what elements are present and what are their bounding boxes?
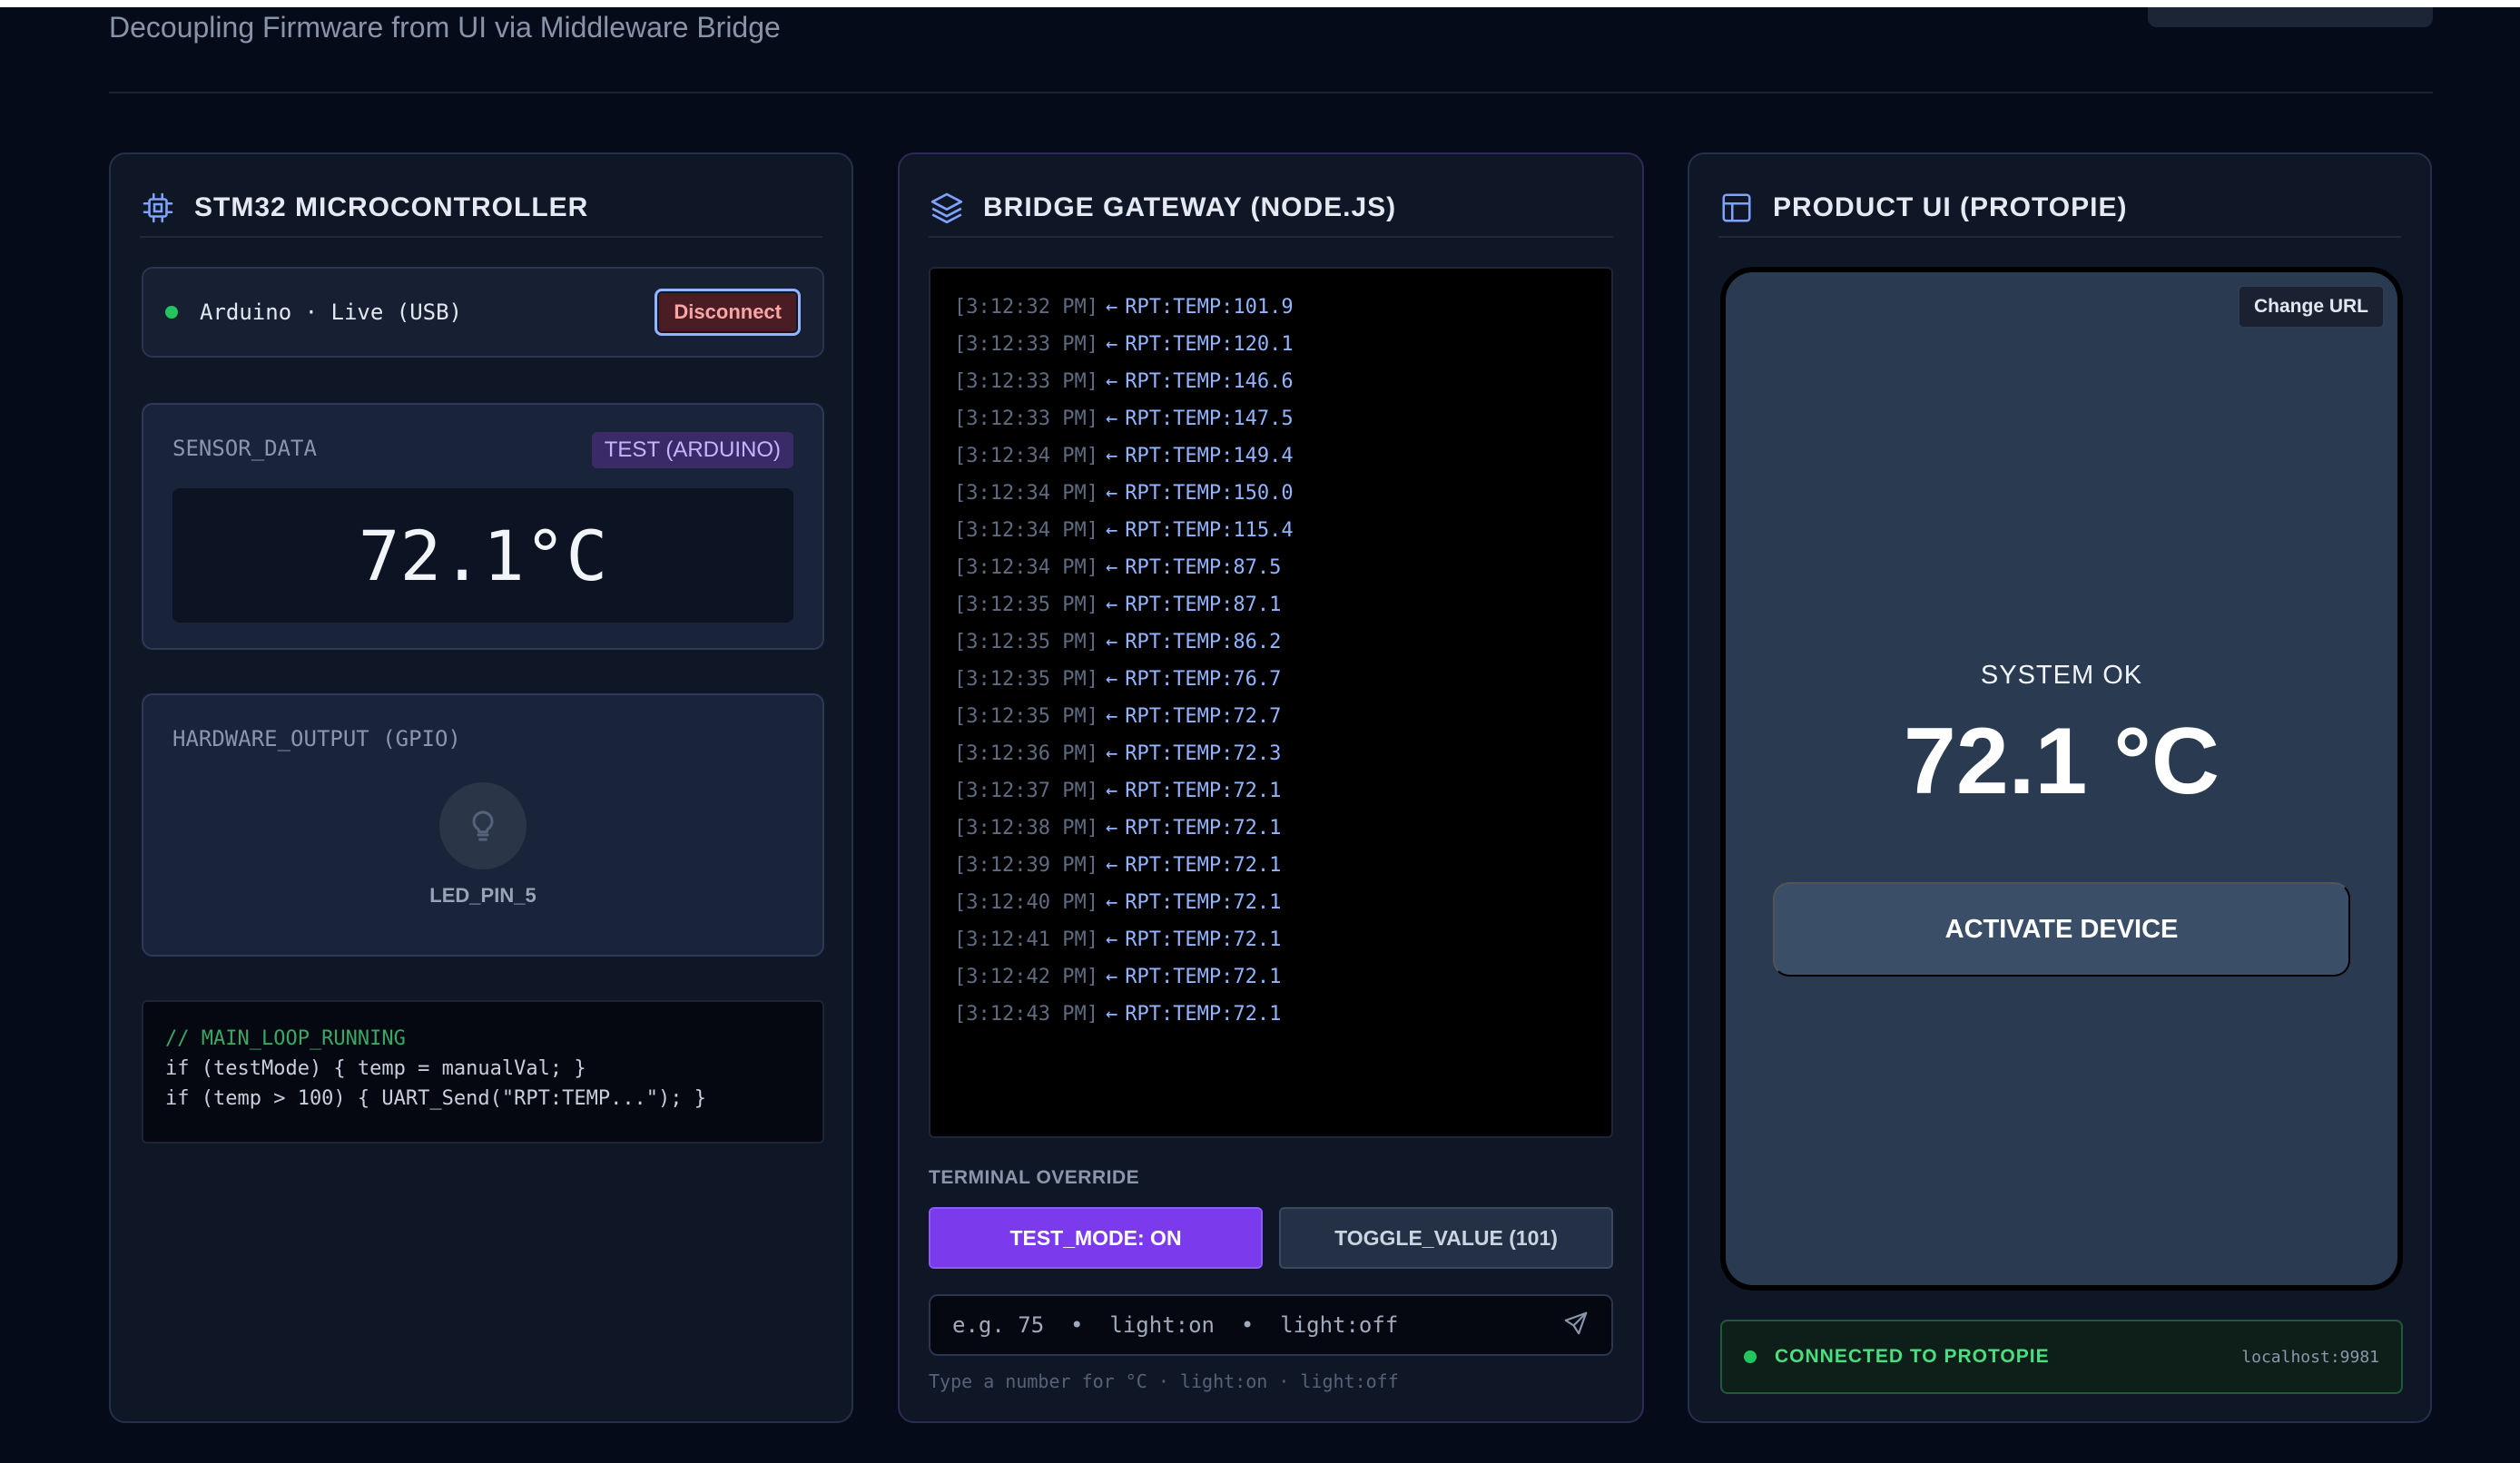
header-button-stub[interactable]: [2148, 7, 2433, 27]
log-line: [3:12:35 PM] ← RPT:TEMP:76.7: [954, 668, 1282, 691]
bridge-panel-header: BRIDGE GATEWAY (NODE.JS): [929, 180, 1613, 238]
mcu-panel-header: STM32 MICROCONTROLLER: [140, 180, 822, 238]
log-line: [3:12:33 PM] ← RPT:TEMP:147.5: [954, 407, 1294, 430]
bridge-panel: BRIDGE GATEWAY (NODE.JS) [3:12:32 PM] ← RP…: [898, 152, 1644, 1423]
connection-status-dot: [165, 306, 178, 319]
log-line: [3:12:33 PM] ← RPT:TEMP:146.6: [954, 370, 1294, 393]
log-line: [3:12:35 PM] ← RPT:TEMP:87.1: [954, 594, 1282, 616]
log-line: [3:12:35 PM] ← RPT:TEMP:72.7: [954, 705, 1282, 728]
terminal-override-label: TERMINAL OVERRIDE: [929, 1167, 1140, 1188]
toggle-value-button[interactable]: TOGGLE_VALUE (101): [1279, 1207, 1613, 1269]
log-line: [3:12:42 PM] ← RPT:TEMP:72.1: [954, 966, 1282, 988]
layout-icon: [1718, 190, 1755, 226]
code-comment: // MAIN_LOOP_RUNNING: [165, 1027, 406, 1050]
bridge-log-terminal[interactable]: [3:12:32 PM] ← RPT:TEMP:101.9 [3:12:33 PM]…: [929, 267, 1613, 1138]
protopie-panel-header: PRODUCT UI (PROTOPIE): [1718, 180, 2401, 238]
log-line: [3:12:34 PM] ← RPT:TEMP:87.5: [954, 556, 1282, 579]
log-line: [3:12:37 PM] ← RPT:TEMP:72.1: [954, 780, 1282, 802]
log-line: [3:12:34 PM] ← RPT:TEMP:115.4: [954, 519, 1294, 542]
log-line: [3:12:35 PM] ← RPT:TEMP:86.2: [954, 631, 1282, 653]
code-line: if (temp > 100) { UART_Send("RPT:TEMP...…: [165, 1087, 707, 1110]
sensor-value: 72.1°C: [172, 488, 793, 623]
device-screen: Change URL SYSTEM OK 72.1 °C ACTIVATE DE…: [1726, 272, 2397, 1285]
change-url-button[interactable]: Change URL: [2238, 285, 2385, 329]
sensor-data-card: SENSOR_DATA TEST (ARDUINO) 72.1°C: [142, 403, 824, 650]
lightbulb-icon: [439, 782, 527, 869]
protopie-panel: PRODUCT UI (PROTOPIE) Change URL SYSTEM …: [1688, 152, 2432, 1423]
connection-text: Arduino · Live (USB): [200, 299, 462, 325]
disconnect-button[interactable]: Disconnect: [655, 289, 801, 336]
protopie-panel-title: PRODUCT UI (PROTOPIE): [1773, 192, 2128, 222]
device-connection-card: Arduino · Live (USB) Disconnect: [142, 267, 824, 358]
mcu-panel: STM32 MICROCONTROLLER Arduino · Live (US…: [109, 152, 853, 1423]
command-hint: Type a number for °C · light:on · light:…: [929, 1370, 1399, 1392]
sensor-data-label: SENSOR_DATA: [172, 436, 317, 461]
bridge-panel-title: BRIDGE GATEWAY (NODE.JS): [983, 192, 1397, 222]
test-mode-button[interactable]: TEST_MODE: ON: [929, 1207, 1263, 1269]
connection-status-text: CONNECTED TO PROTOPIE: [1775, 1346, 2050, 1367]
firmware-code-block: // MAIN_LOOP_RUNNING if (testMode) { tem…: [142, 1000, 824, 1144]
log-line: [3:12:33 PM] ← RPT:TEMP:120.1: [954, 333, 1294, 356]
test-mode-badge: TEST (ARDUINO): [591, 432, 793, 468]
gpio-label: HARDWARE_OUTPUT (GPIO): [172, 726, 461, 751]
log-line: [3:12:43 PM] ← RPT:TEMP:72.1: [954, 1003, 1282, 1026]
log-line: [3:12:40 PM] ← RPT:TEMP:72.1: [954, 891, 1282, 914]
log-line: [3:12:39 PM] ← RPT:TEMP:72.1: [954, 854, 1282, 877]
led-pin-label: LED_PIN_5: [429, 884, 536, 907]
protopie-connection-status: CONNECTED TO PROTOPIE localhost:9981: [1720, 1320, 2403, 1394]
log-line: [3:12:38 PM] ← RPT:TEMP:72.1: [954, 817, 1282, 840]
command-input[interactable]: [952, 1312, 1562, 1338]
code-line: if (testMode) { temp = manualVal; }: [165, 1057, 586, 1080]
log-line: [3:12:32 PM] ← RPT:TEMP:101.9: [954, 296, 1294, 319]
log-line: [3:12:41 PM] ← RPT:TEMP:72.1: [954, 928, 1282, 951]
header-divider: [109, 92, 2433, 93]
log-line: [3:12:34 PM] ← RPT:TEMP:149.4: [954, 445, 1294, 467]
temperature-display: 72.1 °C: [1903, 709, 2220, 814]
send-icon[interactable]: [1562, 1310, 1590, 1341]
gpio-output-card: HARDWARE_OUTPUT (GPIO) LED_PIN_5: [142, 693, 824, 957]
mcu-panel-title: STM32 MICROCONTROLLER: [194, 192, 589, 222]
host-address: localhost:9981: [2241, 1347, 2379, 1367]
connection-status-dot: [1744, 1350, 1757, 1363]
chip-icon: [140, 190, 176, 226]
system-status-text: SYSTEM OK: [1980, 661, 2143, 690]
page-subtitle: Decoupling Firmware from UI via Middlewa…: [109, 11, 781, 44]
command-input-wrapper: [929, 1294, 1613, 1356]
top-edge: [0, 0, 2520, 7]
layers-icon: [929, 190, 965, 226]
log-line: [3:12:36 PM] ← RPT:TEMP:72.3: [954, 742, 1282, 765]
activate-device-button[interactable]: ACTIVATE DEVICE: [1773, 882, 2350, 977]
log-line: [3:12:34 PM] ← RPT:TEMP:150.0: [954, 482, 1294, 505]
device-frame: Change URL SYSTEM OK 72.1 °C ACTIVATE DE…: [1720, 267, 2403, 1291]
